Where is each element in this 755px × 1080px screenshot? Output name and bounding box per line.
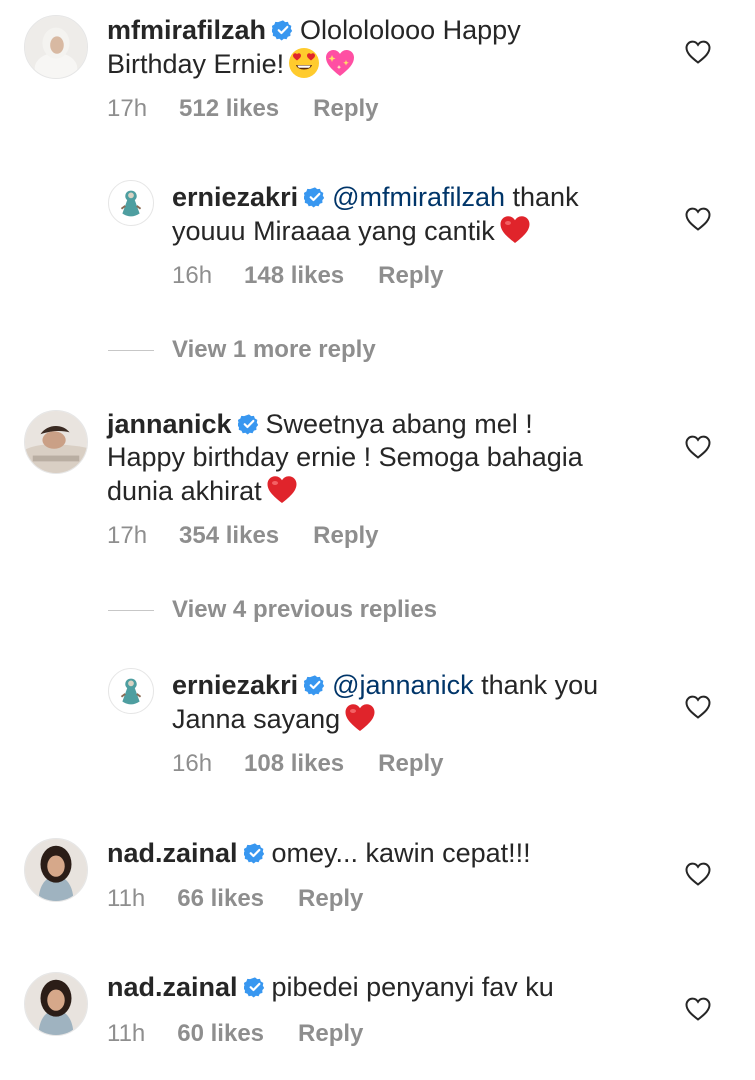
likes-count[interactable]: 512 likes <box>179 95 279 122</box>
view-more-replies-button[interactable]: View 1 more reply <box>108 336 376 364</box>
like-heart-icon[interactable] <box>685 695 711 719</box>
comment-text: mfmirafilzah Ololololooo Happy Birthday E… <box>107 14 675 81</box>
like-heart-icon[interactable] <box>685 40 711 64</box>
username[interactable]: mfmirafilzah <box>107 15 266 45</box>
likes-count[interactable]: 354 likes <box>179 522 279 549</box>
red-heart-emoji-icon <box>266 474 298 506</box>
comment-text: jannanick Sweetnya abang mel ! Happy birt… <box>107 408 675 508</box>
divider-line <box>108 350 154 352</box>
like-heart-icon[interactable] <box>685 862 711 886</box>
avatar[interactable] <box>24 838 88 902</box>
comment-text-line: Sweetnya abang mel ! <box>265 409 533 439</box>
view-previous-replies-button[interactable]: View 4 previous replies <box>108 596 437 624</box>
comment-meta: 16h 108 likes Reply <box>172 750 444 778</box>
comment-text: nad.zainal pibedei penyanyi fav ku <box>107 971 675 1004</box>
timestamp[interactable]: 11h <box>107 885 145 912</box>
red-heart-emoji-icon <box>344 702 376 734</box>
timestamp[interactable]: 11h <box>107 1020 145 1047</box>
comment-text-line: dunia akhirat <box>107 476 262 506</box>
timestamp[interactable]: 17h <box>107 95 147 122</box>
likes-count[interactable]: 66 likes <box>177 885 264 912</box>
reply-button[interactable]: Reply <box>313 522 378 549</box>
avatar[interactable] <box>24 972 88 1036</box>
comment-text: nad.zainal omey... kawin cepat!!! <box>107 837 675 870</box>
like-heart-icon[interactable] <box>685 997 711 1021</box>
red-heart-emoji-icon <box>499 214 531 246</box>
verified-badge-icon <box>244 842 266 864</box>
comment-text-line: thank you <box>473 670 599 700</box>
comment-text-line: Happy birthday ernie ! Semoga bahagia <box>107 442 583 472</box>
username[interactable]: erniezakri <box>172 182 298 212</box>
comment-text-line: Birthday Ernie! <box>107 49 285 79</box>
like-heart-icon[interactable] <box>685 207 711 231</box>
comment-text-line: thank <box>505 182 579 212</box>
reply-button[interactable]: Reply <box>378 750 443 777</box>
likes-count[interactable]: 148 likes <box>244 262 344 289</box>
likes-count[interactable]: 60 likes <box>177 1020 264 1047</box>
username[interactable]: nad.zainal <box>107 838 238 868</box>
reply-button[interactable]: Reply <box>313 95 378 122</box>
heart-eyes-emoji-icon <box>288 47 320 79</box>
view-more-label: View 4 previous replies <box>172 596 438 623</box>
comment-meta: 11h 66 likes Reply <box>107 885 363 913</box>
reply-button[interactable]: Reply <box>378 262 443 289</box>
comment-meta: 16h 148 likes Reply <box>172 262 444 290</box>
comment-text-line: omey... kawin cepat!!! <box>271 838 531 868</box>
username[interactable]: jannanick <box>107 409 232 439</box>
timestamp[interactable]: 16h <box>172 750 212 777</box>
like-heart-icon[interactable] <box>685 435 711 459</box>
reply-button[interactable]: Reply <box>298 1020 363 1047</box>
comment-text: erniezakri @jannanick thank you Janna say… <box>172 669 675 736</box>
avatar[interactable] <box>24 15 88 79</box>
avatar[interactable] <box>108 668 154 714</box>
verified-badge-icon <box>304 674 326 696</box>
comment-meta: 11h 60 likes Reply <box>107 1020 363 1048</box>
avatar[interactable] <box>24 410 88 474</box>
comment-text-line: Ololololooo Happy <box>300 15 521 45</box>
comment-text: erniezakri @mfmirafilzah thank youuu Mira… <box>172 181 675 248</box>
likes-count[interactable]: 108 likes <box>244 750 344 777</box>
sparkling-heart-emoji-icon <box>324 47 356 79</box>
comment-meta: 17h 512 likes Reply <box>107 95 379 123</box>
verified-badge-icon <box>304 186 326 208</box>
comment-text-line: youuu Miraaaa yang cantik <box>172 216 495 246</box>
avatar[interactable] <box>108 180 154 226</box>
verified-badge-icon <box>244 976 266 998</box>
mention-link[interactable]: @mfmirafilzah <box>332 182 505 212</box>
comment-meta: 17h 354 likes Reply <box>107 522 379 550</box>
timestamp[interactable]: 16h <box>172 262 212 289</box>
divider-line <box>108 610 154 612</box>
username[interactable]: erniezakri <box>172 670 298 700</box>
username[interactable]: nad.zainal <box>107 972 238 1002</box>
verified-badge-icon <box>238 413 260 435</box>
mention-link[interactable]: @jannanick <box>332 670 474 700</box>
comment-text-line: Janna sayang <box>172 704 341 734</box>
comment-text-line: pibedei penyanyi fav ku <box>271 972 554 1002</box>
view-more-label: View 1 more reply <box>172 336 376 363</box>
verified-badge-icon <box>272 19 294 41</box>
timestamp[interactable]: 17h <box>107 522 147 549</box>
reply-button[interactable]: Reply <box>298 885 363 912</box>
